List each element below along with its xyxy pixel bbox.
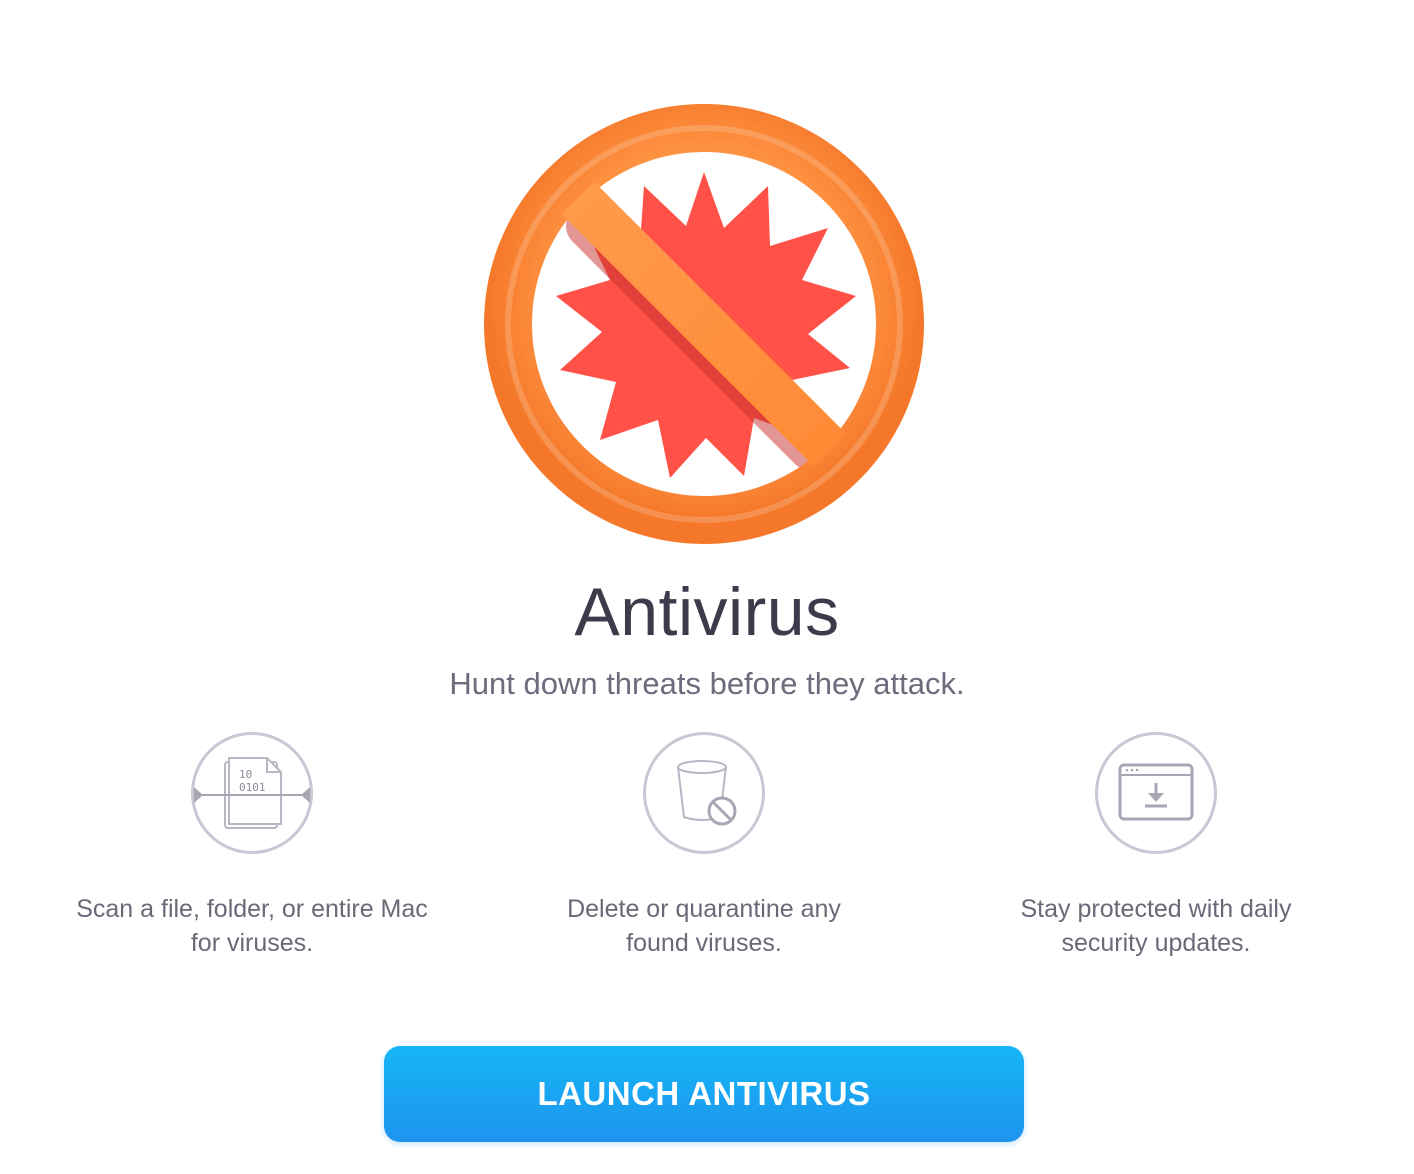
feature-icon-ring <box>643 732 765 854</box>
feature-quarantine-text: Delete or quarantine any found viruses. <box>567 895 841 957</box>
binary-bottom: 0101 <box>239 781 266 794</box>
feature-updates-text: Stay protected with daily security updat… <box>1020 895 1292 957</box>
feature-icon-ring: 10 0101 <box>191 732 313 854</box>
binary-top: 10 <box>239 768 252 781</box>
scan-file-icon: 10 0101 <box>194 757 310 829</box>
launch-antivirus-button[interactable]: LAUNCH ANTIVIRUS <box>384 1046 1024 1142</box>
feature-updates: Stay protected with daily security updat… <box>926 732 1386 960</box>
feature-scan-text: Scan a file, folder, or entire Mac for v… <box>76 895 428 957</box>
page-title: Antivirus <box>574 574 840 650</box>
antivirus-page: Antivirus Hunt down threats before they … <box>0 0 1414 1174</box>
no-virus-icon <box>484 104 924 544</box>
page-subtitle: Hunt down threats before they attack. <box>449 666 965 701</box>
feature-icon-ring <box>1095 732 1217 854</box>
trash-block-icon <box>677 760 737 826</box>
feature-scan: 10 0101 Scan a file, folder, or entire M… <box>22 732 482 960</box>
feature-quarantine: Delete or quarantine any found viruses. <box>474 732 934 960</box>
download-update-icon <box>1118 763 1194 821</box>
